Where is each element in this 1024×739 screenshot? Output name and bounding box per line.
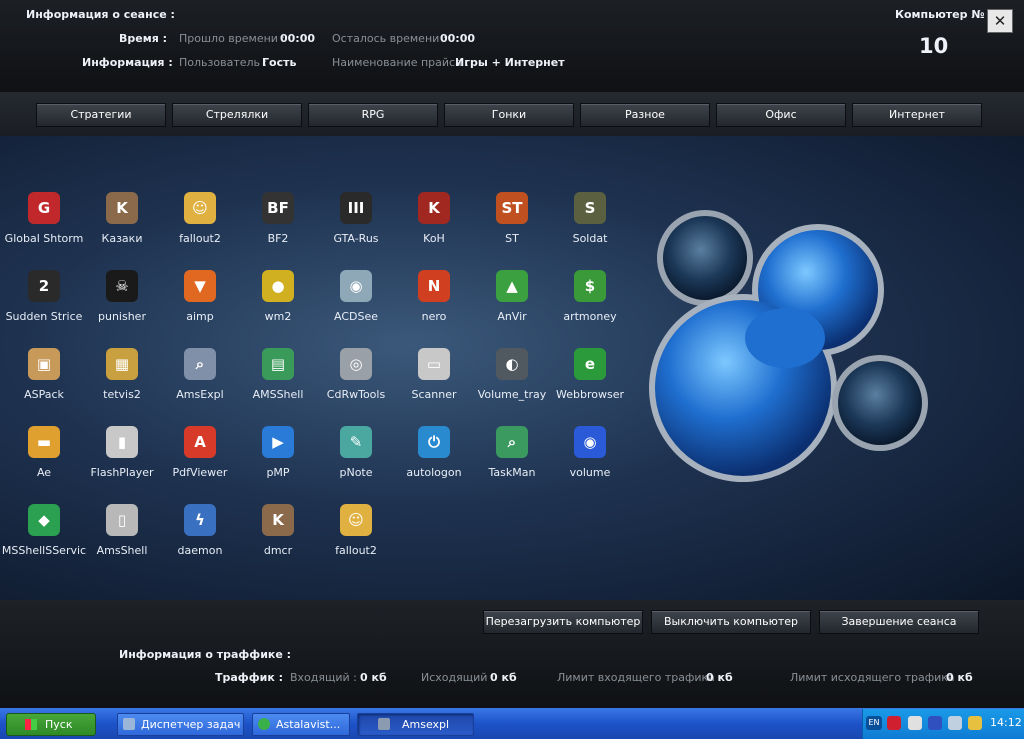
task-search-icon: ⌕ — [496, 426, 528, 458]
folder-icon: ▬ — [28, 426, 60, 458]
vault-boy-icon: ☺ — [340, 504, 372, 536]
notepad-icon: ✎ — [340, 426, 372, 458]
film-icon: ▮ — [106, 426, 138, 458]
tab-internet[interactable]: Интернет — [852, 103, 982, 127]
punisher-icon: ☠ — [106, 270, 138, 302]
price-value: Игры + Интернет — [455, 56, 565, 69]
incoming-value: 0 кб — [360, 671, 387, 684]
bubble-small-top — [657, 210, 753, 306]
clock: 14:12 — [990, 716, 1022, 729]
antivirus-icon[interactable] — [887, 716, 901, 730]
task-label: Amsexpl — [402, 718, 450, 731]
tetris-icon: ▦ — [106, 348, 138, 380]
artmoney-icon: $ — [574, 270, 606, 302]
task-manager-icon — [123, 718, 135, 730]
sudden-strike-icon: 2 — [28, 270, 60, 302]
magnifier-icon — [378, 718, 390, 730]
out-limit-label: Лимит исходящего трафика : — [790, 671, 962, 684]
start-button[interactable]: Пуск — [6, 713, 96, 736]
close-icon: ✕ — [993, 12, 1007, 30]
task-label: Astalavist... — [276, 718, 341, 731]
daemon-icon: ϟ — [184, 504, 216, 536]
app-label: Soldat — [572, 232, 608, 245]
traffic-label: Траффик : — [215, 671, 284, 684]
computer-number: 10 — [919, 34, 949, 58]
in-limit-label: Лимит входящего трафика : — [557, 671, 723, 684]
bubble-small-right — [832, 355, 928, 451]
end-session-button[interactable]: Завершение сеанса — [819, 610, 979, 634]
restart-computer-button[interactable]: Перезагрузить компьютер — [483, 610, 643, 634]
tray-monitor-icon[interactable] — [948, 716, 962, 730]
out-limit-value: 0 кб — [946, 671, 973, 684]
global-shtorm-icon: G — [28, 192, 60, 224]
shutdown-computer-button[interactable]: Выключить компьютер — [651, 610, 811, 634]
soldat-icon: S — [574, 192, 606, 224]
disc-icon: ◉ — [574, 426, 606, 458]
task-browser[interactable]: Astalavist... — [252, 713, 350, 736]
tab-racing[interactable]: Гонки — [444, 103, 574, 127]
tray-app-icon[interactable] — [908, 716, 922, 730]
task-label: Диспетчер задач — [141, 718, 241, 731]
magnifier-icon: ⌕ — [184, 348, 216, 380]
volume-icon[interactable] — [968, 716, 982, 730]
tab-strategies[interactable]: Стратегии — [36, 103, 166, 127]
cubes-icon: ▤ — [262, 348, 294, 380]
user-value: Гость — [262, 56, 297, 69]
aspack-icon: ▣ — [28, 348, 60, 380]
user-label: Пользователь : — [179, 56, 268, 69]
ie-icon — [258, 718, 270, 730]
remaining-label: Осталось времени : — [332, 32, 447, 45]
in-limit-value: 0 кб — [706, 671, 733, 684]
tab-rpg[interactable]: RPG — [308, 103, 438, 127]
network-icon[interactable] — [928, 716, 942, 730]
wm2-icon: ● — [262, 270, 294, 302]
tab-shooters[interactable]: Стрелялки — [172, 103, 302, 127]
language-indicator[interactable]: EN — [866, 716, 882, 730]
elapsed-label: Прошло времени : — [179, 32, 286, 45]
battlefield-icon: BF — [262, 192, 294, 224]
time-label: Время : — [119, 32, 168, 45]
anvir-icon: ▲ — [496, 270, 528, 302]
gta-icon: III — [340, 192, 372, 224]
cd-icon: ◎ — [340, 348, 372, 380]
session-info-title: Информация о сеансе : — [26, 8, 175, 21]
nero-icon: N — [418, 270, 450, 302]
aimp-icon: ▼ — [184, 270, 216, 302]
task-task-manager[interactable]: Диспетчер задач — [117, 713, 244, 736]
media-player-icon: ▶ — [262, 426, 294, 458]
app-label: volume — [569, 466, 611, 479]
koh-icon: K — [418, 192, 450, 224]
cossacks-icon: K — [106, 192, 138, 224]
bubbles-logo — [649, 210, 928, 482]
outgoing-value: 0 кб — [490, 671, 517, 684]
task-amsexpl[interactable]: Amsexpl — [357, 713, 474, 736]
remaining-value: 00:00 — [440, 32, 476, 45]
speaker-icon: ◐ — [496, 348, 528, 380]
tab-misc[interactable]: Разное — [580, 103, 710, 127]
tab-office[interactable]: Офис — [716, 103, 846, 127]
app-label: fallout2 — [335, 544, 377, 557]
ie-icon: e — [574, 348, 606, 380]
start-label: Пуск — [45, 718, 73, 731]
st-icon: ST — [496, 192, 528, 224]
scanner-icon: ▭ — [418, 348, 450, 380]
info-label: Информация : — [82, 56, 173, 69]
shield-icon: ◆ — [28, 504, 60, 536]
pc-tower-icon: ▯ — [106, 504, 138, 536]
price-label: Наименование прайса : — [332, 56, 470, 69]
close-button[interactable]: ✕ — [987, 9, 1013, 33]
outgoing-label: Исходящий : — [421, 671, 495, 684]
acdsee-icon: ◉ — [340, 270, 372, 302]
dmcr-icon: K — [262, 504, 294, 536]
traffic-info-title: Информация о траффике : — [119, 648, 292, 661]
computer-label: Компьютер № — [895, 8, 985, 21]
vault-boy-icon: ☺ — [184, 192, 216, 224]
app-label: Webbrowser — [556, 388, 624, 401]
windows-logo-icon — [25, 719, 37, 730]
elapsed-value: 00:00 — [280, 32, 316, 45]
pdf-icon: A — [184, 426, 216, 458]
incoming-label: Входящий : — [290, 671, 357, 684]
app-label: artmoney — [563, 310, 617, 323]
power-icon: ⏻ — [418, 426, 450, 458]
